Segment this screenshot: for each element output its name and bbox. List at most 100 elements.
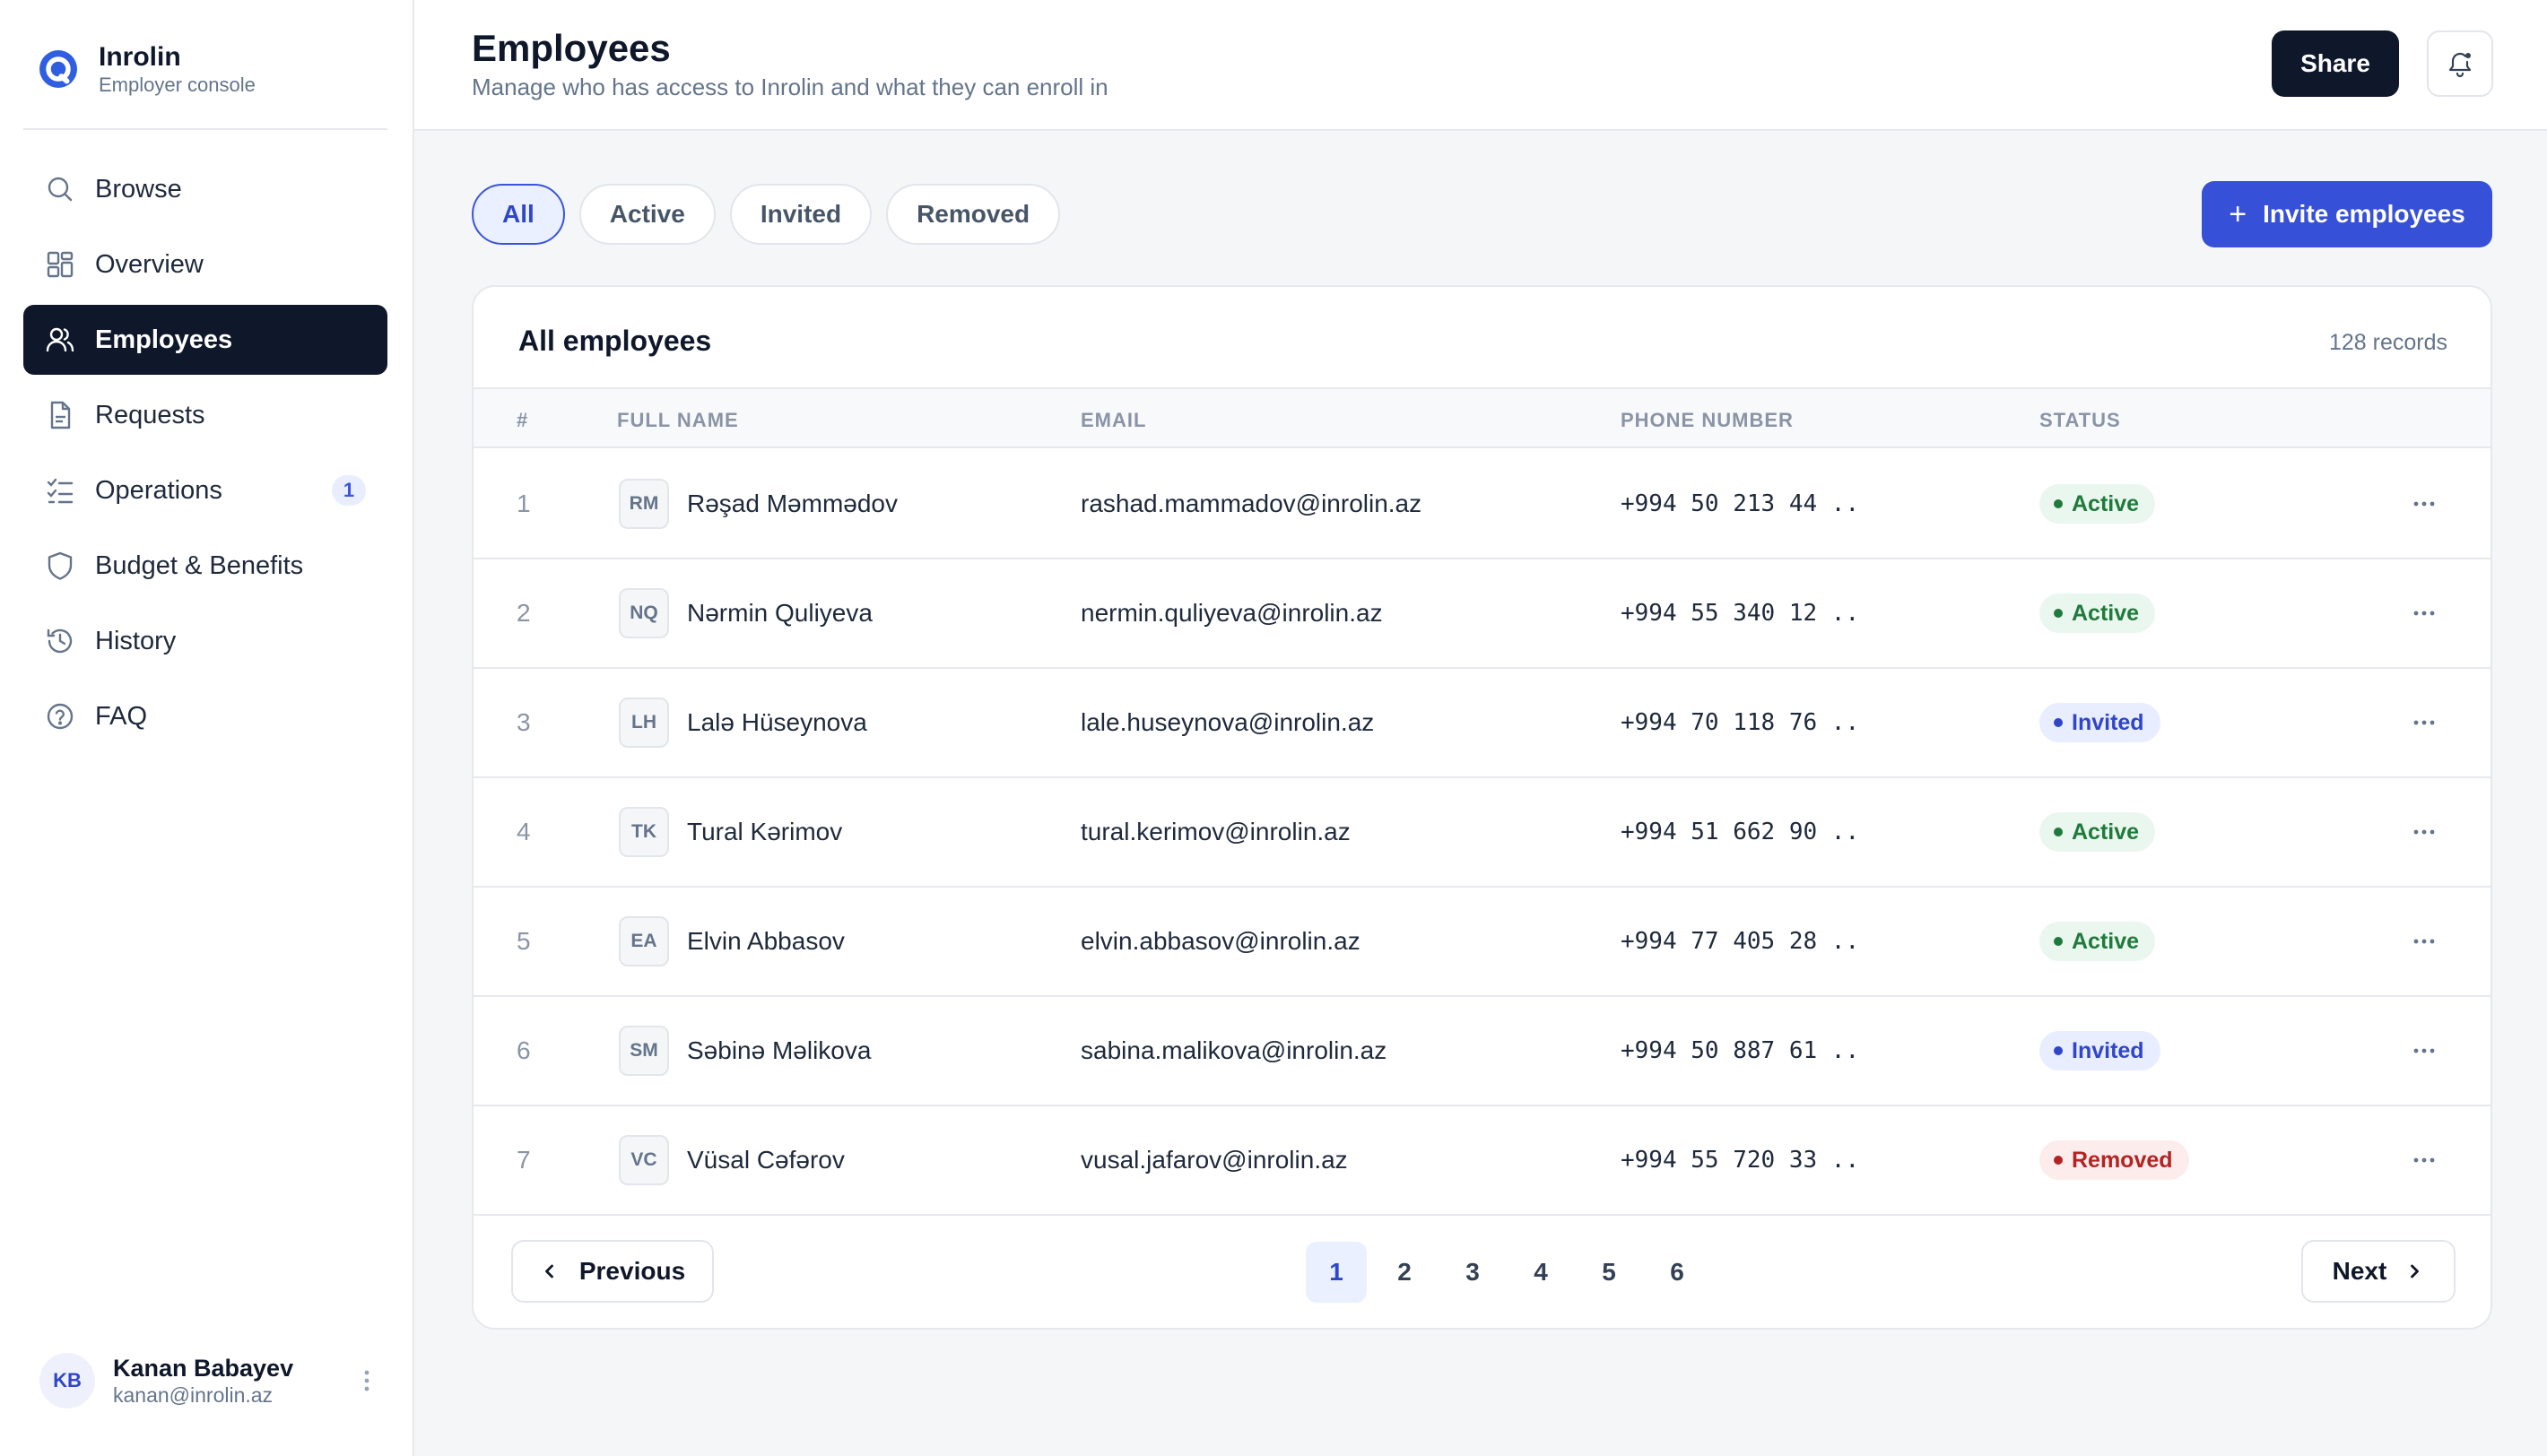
status-badge: Invited — [2039, 703, 2160, 742]
column-header-status[interactable]: STATUS — [2039, 409, 2121, 432]
invite-employees-button[interactable]: + Invite employees — [2202, 181, 2492, 247]
employee-phone: +994 77 405 28 .. — [1621, 928, 1860, 955]
filter-tab-active[interactable]: Active — [578, 184, 716, 245]
filter-tab-invited[interactable]: Invited — [729, 184, 873, 245]
sidebar-item-overview[interactable]: Overview — [23, 230, 387, 299]
status-dot-icon — [2054, 499, 2063, 508]
shield-icon — [45, 550, 75, 581]
column-header-full-name[interactable]: FULL NAME — [617, 409, 739, 432]
page-button-4[interactable]: 4 — [1510, 1242, 1571, 1303]
page-button-2[interactable]: 2 — [1374, 1242, 1435, 1303]
status-filter-tabs: All Active Invited Removed — [472, 184, 1074, 245]
row-actions-button[interactable] — [2402, 1106, 2447, 1214]
sidebar-item-label: Employees — [95, 325, 233, 354]
employee-initials: SM — [619, 1026, 669, 1076]
share-button[interactable]: Share — [2272, 30, 2399, 97]
row-index: 5 — [517, 927, 531, 955]
employee-name-cell: SM Səbinə Məlikova — [619, 997, 871, 1105]
more-vertical-icon[interactable] — [353, 1367, 380, 1394]
employee-name-cell: EA Elvin Abbasov — [619, 888, 845, 995]
employees-table-card: All employees 128 records # FULL NAME EM… — [472, 285, 2492, 1330]
brand-subtitle: Employer console — [99, 74, 256, 96]
sidebar-item-browse[interactable]: Browse — [23, 154, 387, 224]
table-row[interactable]: 6 SM Səbinə Məlikova sabina.malikova@inroli… — [474, 997, 2490, 1106]
row-index: 7 — [517, 1146, 531, 1174]
list-check-icon — [45, 475, 75, 506]
sidebar-item-faq[interactable]: FAQ — [23, 681, 387, 751]
filter-tab-removed[interactable]: Removed — [886, 184, 1061, 245]
status-dot-icon — [2054, 609, 2063, 618]
employee-email: nermin.quliyeva@inrolin.az — [1081, 599, 1383, 627]
row-actions-button[interactable] — [2402, 888, 2447, 995]
page-button-3[interactable]: 3 — [1442, 1242, 1503, 1303]
user-email: kanan@inrolin.az — [113, 1383, 274, 1407]
user-profile[interactable]: KB Kanan Babayev kanan@inrolin.az — [39, 1353, 380, 1408]
invite-employees-label: Invite employees — [2263, 200, 2465, 228]
page-button-5[interactable]: 5 — [1578, 1242, 1639, 1303]
row-index: 3 — [517, 708, 531, 736]
employee-initials: VC — [619, 1135, 669, 1185]
table-row[interactable]: 2 NQ Nərmin Quliyeva nermin.quliyeva@inroli… — [474, 559, 2490, 669]
previous-page-label: Previous — [578, 1257, 686, 1285]
column-header-phone-number[interactable]: PHONE NUMBER — [1621, 409, 1794, 432]
status-badge: Invited — [2039, 1031, 2160, 1070]
sidebar-item-label: FAQ — [95, 701, 148, 731]
employee-name: Lalə Hüseynova — [687, 708, 867, 736]
employee-initials: RM — [619, 479, 669, 529]
status-label: Invited — [2072, 1037, 2144, 1063]
status-badge: Active — [2039, 812, 2156, 852]
employee-name: Nərmin Quliyeva — [687, 599, 873, 627]
plus-icon: + — [2229, 196, 2247, 231]
avatar: KB — [39, 1353, 95, 1408]
row-actions-button[interactable] — [2402, 778, 2447, 886]
row-actions-button[interactable] — [2402, 450, 2447, 558]
sidebar-item-operations[interactable]: Operations 1 — [23, 455, 387, 525]
search-icon — [45, 174, 75, 204]
more-horizontal-icon — [2413, 829, 2435, 835]
employee-email: vusal.jafarov@inrolin.az — [1081, 1146, 1348, 1174]
previous-page-button[interactable]: Previous — [511, 1240, 714, 1303]
employee-phone: +994 50 887 61 .. — [1621, 1037, 1860, 1064]
filter-tab-all[interactable]: All — [472, 184, 565, 245]
more-horizontal-icon — [2413, 720, 2435, 725]
next-page-button[interactable]: Next — [2301, 1240, 2456, 1303]
row-actions-button[interactable] — [2402, 997, 2447, 1105]
sidebar-item-history[interactable]: History — [23, 606, 387, 676]
row-actions-button[interactable] — [2402, 669, 2447, 776]
page-button-6[interactable]: 6 — [1647, 1242, 1708, 1303]
users-icon — [45, 325, 75, 355]
sidebar-item-requests[interactable]: Requests — [23, 380, 387, 450]
brand[interactable]: Inrolin Employer console — [38, 41, 256, 97]
employee-initials: TK — [619, 807, 669, 857]
more-horizontal-icon — [2413, 611, 2435, 616]
sidebar-item-label: Budget & Benefits — [95, 550, 304, 580]
sidebar-item-employees[interactable]: Employees — [23, 305, 387, 375]
sidebar-divider — [23, 128, 387, 130]
table-row[interactable]: 7 VC Vüsal Cəfərov vusal.jafarov@inrolin.az… — [474, 1106, 2490, 1216]
employee-email: lale.huseynova@inrolin.az — [1081, 708, 1375, 736]
status-label: Removed — [2072, 1147, 2173, 1173]
employee-phone: +994 70 118 76 .. — [1621, 709, 1860, 736]
table-row[interactable]: 3 LH Lalə Hüseynova lale.huseynova@inrolin.… — [474, 669, 2490, 778]
sidebar-item-budget-benefits[interactable]: Budget & Benefits — [23, 531, 387, 601]
sidebar-item-label: Requests — [95, 400, 205, 429]
table-row[interactable]: 1 RM Rəşad Məmmədov rashad.mammadov@inrolin… — [474, 450, 2490, 559]
table-header: # FULL NAME EMAIL PHONE NUMBER STATUS — [474, 387, 2490, 448]
status-cell: Active — [2039, 450, 2156, 558]
help-circle-icon — [45, 701, 75, 732]
column-header-email[interactable]: EMAIL — [1081, 409, 1146, 432]
row-index: 6 — [517, 1036, 531, 1064]
employee-initials: NQ — [619, 588, 669, 638]
employee-email: rashad.mammadov@inrolin.az — [1081, 490, 1422, 517]
table-row[interactable]: 5 EA Elvin Abbasov elvin.abbasov@inrolin.az… — [474, 888, 2490, 997]
more-horizontal-icon — [2413, 939, 2435, 944]
table-row[interactable]: 4 TK Tural Kərimov tural.kerimov@inrolin.az… — [474, 778, 2490, 888]
page-button-1[interactable]: 1 — [1306, 1242, 1367, 1303]
sidebar-item-label: Browse — [95, 174, 182, 204]
row-actions-button[interactable] — [2402, 559, 2447, 667]
page-title: Employees — [472, 27, 671, 69]
status-dot-icon — [2054, 718, 2063, 727]
notifications-button[interactable] — [2427, 30, 2493, 97]
column-header-index: # — [517, 409, 529, 431]
status-label: Active — [2072, 928, 2140, 954]
